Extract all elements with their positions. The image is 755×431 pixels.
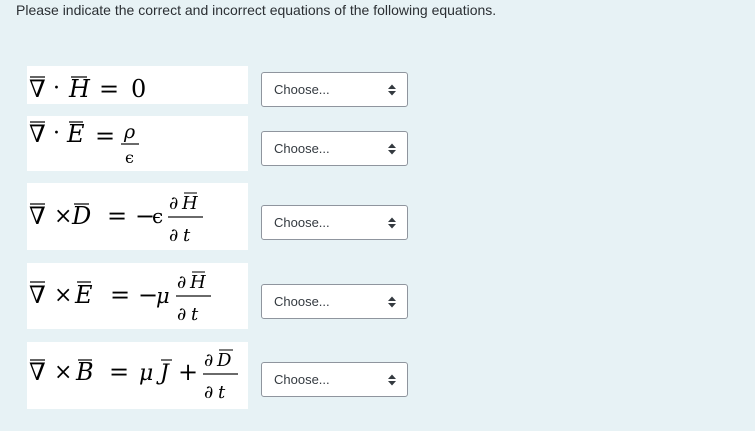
t-variable: t: [218, 382, 226, 403]
t-variable: t: [183, 225, 191, 246]
e-vector: E: [74, 281, 93, 309]
d-vector: D: [216, 350, 232, 371]
partial-symbol: ∂: [169, 225, 178, 246]
rho-symbol: ρ: [123, 121, 136, 143]
answer-select-1[interactable]: Choose...: [261, 72, 408, 107]
updown-caret-icon: [388, 217, 396, 228]
epsilon-symbol: ϵ: [152, 204, 163, 228]
equation-4-graphic: ∇ × E = − μ ∂ H ∂ t: [29, 271, 211, 325]
equation-1-graphic: ∇ · H = 0: [29, 75, 146, 103]
plus-sign: +: [178, 358, 198, 386]
e-vector: E: [66, 120, 85, 148]
answer-select-2[interactable]: Choose...: [261, 131, 408, 166]
updown-caret-icon: [388, 296, 396, 307]
j-vector: J: [156, 361, 170, 386]
select-value: Choose...: [274, 82, 330, 97]
cross-operator: ×: [54, 283, 72, 308]
equation-2: ∇ · E = ρ ϵ: [27, 116, 248, 171]
equation-5-graphic: ∇ × B = μ J + ∂ D ∂ t: [29, 349, 238, 403]
equals-sign: =: [109, 358, 129, 386]
equation-3-graphic: ∇ × D = − ϵ ∂ H ∂ t: [29, 192, 203, 246]
cross-operator: ×: [54, 204, 72, 229]
dot-operator: ·: [53, 76, 60, 101]
nabla-symbol: ∇: [29, 202, 46, 230]
nabla-symbol: ∇: [29, 281, 46, 309]
dot-operator: ·: [53, 121, 60, 146]
zero-value: 0: [131, 75, 146, 103]
mu-symbol: μ: [139, 361, 153, 386]
h-vector: H: [68, 75, 91, 103]
d-vector: D: [71, 202, 91, 230]
epsilon-symbol: ϵ: [125, 148, 134, 167]
question-prompt: Please indicate the correct and incorrec…: [16, 2, 497, 18]
nabla-symbol: ∇: [29, 358, 46, 386]
updown-caret-icon: [388, 143, 396, 154]
t-variable: t: [191, 304, 199, 325]
mu-symbol: μ: [156, 284, 170, 308]
updown-caret-icon: [388, 84, 396, 95]
nabla-symbol: ∇: [29, 120, 46, 148]
partial-symbol: ∂: [204, 350, 213, 371]
partial-symbol: ∂: [169, 193, 178, 214]
updown-caret-icon: [388, 374, 396, 385]
h-vector: H: [181, 193, 198, 214]
answer-select-3[interactable]: Choose...: [261, 205, 408, 240]
nabla-symbol: ∇: [29, 75, 46, 103]
equation-5: ∇ × B = μ J + ∂ D ∂ t: [27, 342, 248, 409]
select-value: Choose...: [274, 141, 330, 156]
b-vector: B: [75, 358, 94, 386]
select-value: Choose...: [274, 215, 330, 230]
h-vector: H: [189, 272, 206, 293]
partial-symbol: ∂: [204, 382, 213, 403]
equals-sign: =: [99, 75, 119, 103]
cross-operator: ×: [54, 360, 72, 385]
answer-select-5[interactable]: Choose...: [261, 362, 408, 397]
equals-sign: =: [110, 281, 130, 309]
select-value: Choose...: [274, 294, 330, 309]
select-value: Choose...: [274, 372, 330, 387]
partial-symbol: ∂: [177, 304, 186, 325]
equation-3: ∇ × D = − ϵ ∂ H ∂ t: [27, 183, 248, 250]
equation-2-graphic: ∇ · E = ρ ϵ: [29, 120, 139, 167]
equals-sign: =: [95, 122, 115, 150]
partial-symbol: ∂: [177, 272, 186, 293]
equation-1: ∇ · H = 0: [27, 66, 248, 104]
equals-sign: =: [107, 202, 127, 230]
answer-select-4[interactable]: Choose...: [261, 284, 408, 319]
equation-4: ∇ × E = − μ ∂ H ∂ t: [27, 263, 248, 329]
